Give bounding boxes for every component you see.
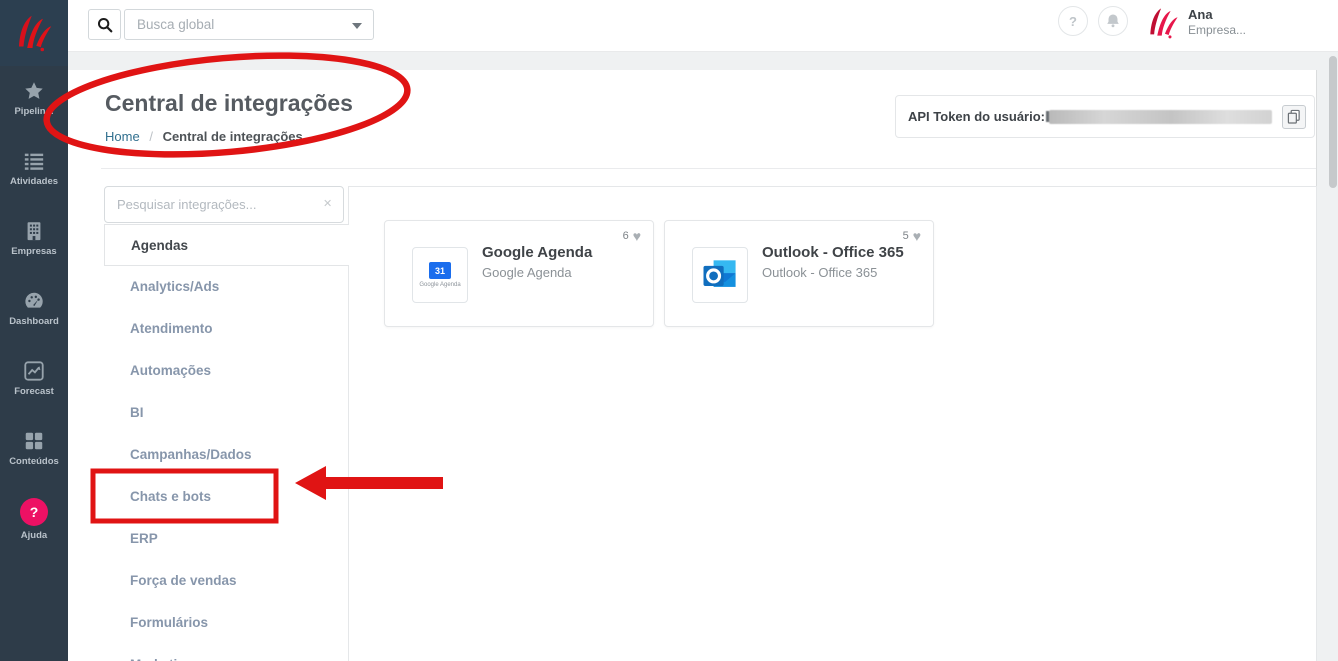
tab-marketing[interactable]: Marketing <box>104 644 348 661</box>
building-icon <box>23 220 45 242</box>
tab-label: BI <box>130 405 144 420</box>
api-token-redacted-value <box>1049 110 1272 124</box>
sidebar-item-pipelines[interactable]: Pipelin... <box>0 72 68 142</box>
tab-atendimento[interactable]: Atendimento <box>104 308 348 350</box>
user-company: Empresa... <box>1188 23 1246 37</box>
star-icon <box>23 80 45 102</box>
tab-label: Marketing <box>130 657 194 661</box>
sidebar-item-label: Ajuda <box>0 530 68 541</box>
sidebar-item-empresas[interactable]: Empresas <box>0 212 68 282</box>
help-button[interactable]: ? <box>1058 6 1088 36</box>
main-panel: Central de integrações Home / Central de… <box>68 70 1317 661</box>
copy-icon <box>1287 109 1301 124</box>
brand-logo[interactable] <box>0 0 68 66</box>
page-title: Central de integrações <box>105 90 353 117</box>
breadcrumb-current: Central de integrações <box>163 129 303 144</box>
activity-list-icon <box>23 150 45 172</box>
integrations-list-panel: 6 ♥ 31 Google Agenda Google Agenda Googl… <box>348 186 1317 661</box>
heart-icon[interactable]: ♥ <box>633 229 641 243</box>
category-tabs: Agendas Analytics/Ads Atendimento Automa… <box>104 224 348 661</box>
tab-agendas[interactable]: Agendas <box>104 224 349 266</box>
section-divider <box>101 168 1316 169</box>
tab-label: Automações <box>130 363 211 378</box>
sidebar-item-label: Forecast <box>0 386 68 397</box>
trend-chart-icon <box>23 360 45 382</box>
outlook-icon <box>698 253 742 297</box>
tab-label: Campanhas/Dados <box>130 447 252 462</box>
integration-logo: 31 Google Agenda <box>412 247 468 303</box>
integration-title: Google Agenda <box>482 244 592 261</box>
integration-card-google-agenda[interactable]: 6 ♥ 31 Google Agenda Google Agenda Googl… <box>384 220 654 327</box>
api-token-label: API Token do usuário: <box>908 109 1045 124</box>
like-count: 5 <box>903 230 909 242</box>
tab-label: Atendimento <box>130 321 213 336</box>
search-icon <box>96 16 114 34</box>
like-count: 6 <box>623 230 629 242</box>
piperun-avatar-icon <box>1144 5 1182 41</box>
vertical-scrollbar[interactable] <box>1329 56 1337 188</box>
tab-label: Analytics/Ads <box>130 279 219 294</box>
help-icon: ? <box>1069 14 1077 29</box>
breadcrumb-home-link[interactable]: Home <box>105 129 140 144</box>
heart-icon[interactable]: ♥ <box>913 229 921 243</box>
tab-chats-e-bots[interactable]: Chats e bots <box>104 476 348 518</box>
likes-badge: 6 ♥ <box>623 229 641 243</box>
global-search-button[interactable] <box>88 9 121 40</box>
breadcrumb: Home / Central de integrações <box>105 129 303 144</box>
account-menu[interactable]: Ana Empresa... <box>1188 7 1246 37</box>
account-avatar[interactable] <box>1144 5 1182 41</box>
sidebar-item-label: Conteúdos <box>0 456 68 467</box>
integration-subtitle: Outlook - Office 365 <box>762 265 877 280</box>
tab-formularios[interactable]: Formulários <box>104 602 348 644</box>
tab-label: Formulários <box>130 615 208 630</box>
integration-card-outlook[interactable]: 5 ♥ Outlook - Office 365 Outlook - Offic… <box>664 220 934 327</box>
tab-label: Força de vendas <box>130 573 237 588</box>
clear-search-icon[interactable]: ✕ <box>323 197 332 210</box>
copy-token-button[interactable] <box>1282 105 1306 129</box>
integrations-search-input[interactable] <box>104 186 344 223</box>
integration-title: Outlook - Office 365 <box>762 244 904 261</box>
sidebar-item-label: Pipelin... <box>0 106 68 117</box>
tab-label: Chats e bots <box>130 489 211 504</box>
sidebar-item-forecast[interactable]: Forecast <box>0 352 68 422</box>
tab-erp[interactable]: ERP <box>104 518 348 560</box>
sidebar-item-conteudos[interactable]: Conteúdos <box>0 422 68 492</box>
tab-analytics-ads[interactable]: Analytics/Ads <box>104 266 348 308</box>
sidebar-item-atividades[interactable]: Atividades <box>0 142 68 212</box>
sidebar: Pipelin... Atividades Empresas Dashboard <box>0 0 68 661</box>
sidebar-item-dashboard[interactable]: Dashboard <box>0 282 68 352</box>
gauge-icon <box>23 290 45 312</box>
chevron-down-icon[interactable] <box>352 23 362 29</box>
tab-forca-de-vendas[interactable]: Força de vendas <box>104 560 348 602</box>
breadcrumb-separator: / <box>149 129 153 144</box>
tab-bi[interactable]: BI <box>104 392 348 434</box>
tab-automacoes[interactable]: Automações <box>104 350 348 392</box>
global-search-input[interactable] <box>124 9 374 40</box>
google-calendar-icon: 31 <box>429 262 451 279</box>
question-icon: ? <box>20 498 48 526</box>
integration-subtitle: Google Agenda <box>482 265 572 280</box>
app-window: Pipelin... Atividades Empresas Dashboard <box>0 0 1338 661</box>
integration-logo <box>692 247 748 303</box>
sidebar-item-ajuda[interactable]: ? Ajuda <box>0 492 68 562</box>
api-token-card: API Token do usuário: <box>895 95 1315 138</box>
sidebar-item-label: Empresas <box>0 246 68 257</box>
logo-caption: Google Agenda <box>419 282 460 288</box>
tab-label: ERP <box>130 531 158 546</box>
tab-label: Agendas <box>131 238 188 253</box>
sidebar-item-label: Atividades <box>0 176 68 187</box>
user-name: Ana <box>1188 7 1246 22</box>
tab-campanhas-dados[interactable]: Campanhas/Dados <box>104 434 348 476</box>
likes-badge: 5 ♥ <box>903 229 921 243</box>
piperun-logo-icon <box>11 12 57 54</box>
bell-icon <box>1105 13 1121 29</box>
grid-icon <box>23 430 45 452</box>
notifications-button[interactable] <box>1098 6 1128 36</box>
topbar: ? Ana Empresa... <box>68 0 1338 52</box>
sidebar-item-label: Dashboard <box>0 316 68 327</box>
